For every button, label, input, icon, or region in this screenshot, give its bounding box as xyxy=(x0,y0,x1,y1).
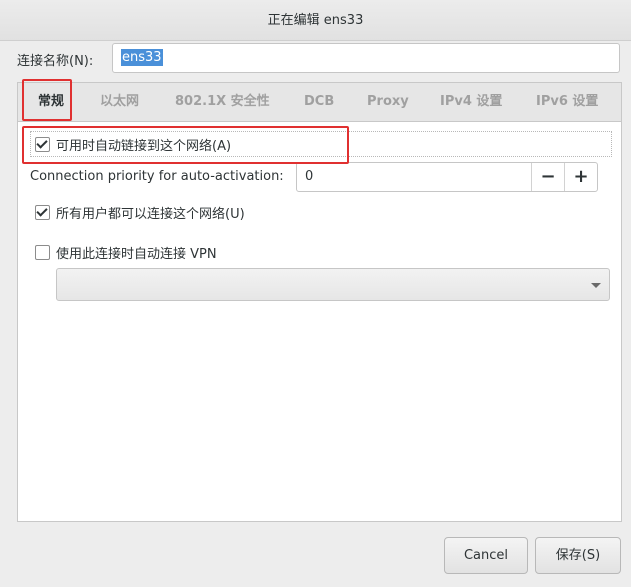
window-titlebar[interactable]: 正在编辑 ens33 xyxy=(0,0,631,41)
increment-button[interactable]: + xyxy=(564,163,597,191)
auto-vpn-checkbox-row[interactable]: 使用此连接时自动连接 VPN xyxy=(35,243,217,262)
connection-name-value: ens33 xyxy=(121,49,163,66)
tab-dcb[interactable]: DCB xyxy=(304,83,334,121)
priority-label: Connection priority for auto-activation: xyxy=(30,169,284,184)
all-users-checkbox-row[interactable]: 所有用户都可以连接这个网络(U) xyxy=(35,203,245,222)
tab-ipv6-settings[interactable]: IPv6 设置 xyxy=(536,83,598,121)
tab-ethernet[interactable]: 以太网 xyxy=(100,83,139,121)
tab-ipv4-settings[interactable]: IPv4 设置 xyxy=(440,83,502,121)
decrement-button[interactable]: − xyxy=(531,163,564,191)
connection-name-input[interactable]: ens33 xyxy=(112,43,620,73)
all-users-checkbox[interactable] xyxy=(35,205,50,220)
cancel-button[interactable]: Cancel xyxy=(444,537,528,574)
tab-bar: 常规 以太网 802.1X 安全性 DCB Proxy IPv4 设置 IPv6… xyxy=(18,83,621,122)
annotation-highlight-auto-connect xyxy=(22,126,349,164)
annotation-highlight-general-tab xyxy=(22,79,72,121)
edit-connection-window: 正在编辑 ens33 连接名称(N): ens33 常规 以太网 802.1X … xyxy=(0,0,631,587)
vpn-select[interactable] xyxy=(56,268,610,301)
priority-value[interactable]: 0 xyxy=(305,163,313,191)
tab-proxy[interactable]: Proxy xyxy=(367,83,409,121)
auto-vpn-checkbox[interactable] xyxy=(35,245,50,260)
all-users-label: 所有用户都可以连接这个网络(U) xyxy=(56,207,245,222)
priority-spinbutton[interactable]: 0 − + xyxy=(296,162,598,192)
save-button[interactable]: 保存(S) xyxy=(535,537,621,574)
tab-8021x-security[interactable]: 802.1X 安全性 xyxy=(175,83,270,121)
connection-name-label: 连接名称(N): xyxy=(17,54,94,69)
auto-vpn-label: 使用此连接时自动连接 VPN xyxy=(56,247,217,262)
chevron-down-icon xyxy=(591,283,601,288)
window-title: 正在编辑 ens33 xyxy=(267,13,364,28)
